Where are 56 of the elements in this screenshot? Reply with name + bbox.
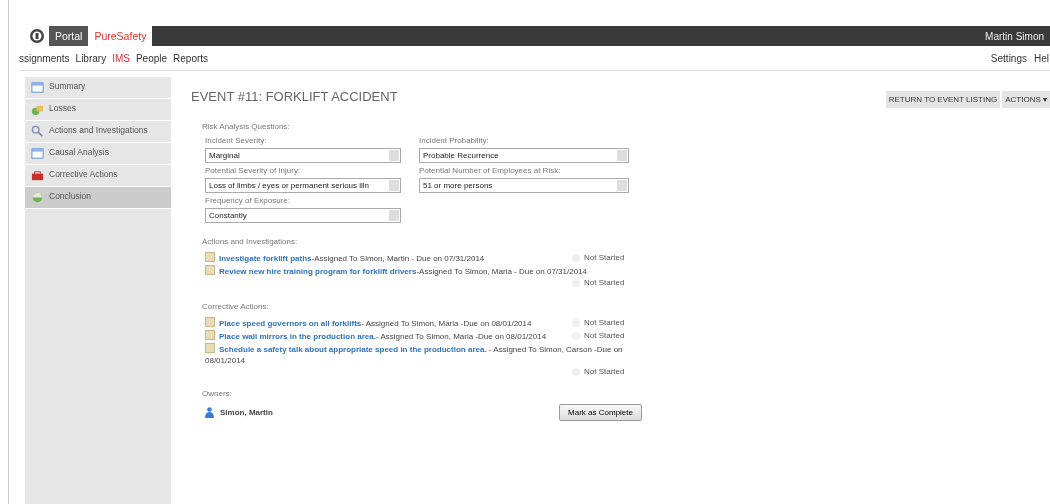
dropdown-field[interactable]: Marginal xyxy=(205,148,401,163)
sidebar-icon xyxy=(31,191,44,204)
dropdown-field[interactable]: Probable Recurrence xyxy=(419,148,629,163)
sidebar-item[interactable]: Losses xyxy=(25,99,171,121)
field-label: Incident Severity: xyxy=(205,136,268,145)
portal-tab[interactable]: Portal xyxy=(49,26,89,46)
sidebar-icon xyxy=(31,81,44,94)
task-status: Not Started xyxy=(572,252,642,263)
nav-link[interactable]: Reports xyxy=(173,52,209,64)
section-heading: Corrective Actions: xyxy=(202,302,270,311)
section-heading: Actions and Investigations: xyxy=(202,237,299,246)
header-button[interactable]: ACTIONS ▾ xyxy=(1002,91,1050,108)
field-label: Incident Probability: xyxy=(419,136,490,145)
header-button[interactable]: RETURN TO EVENT LISTING xyxy=(885,91,1001,108)
dropdown-field[interactable]: Loss of limbs / eyes or permanent serious illn xyxy=(205,178,401,193)
field-label: Frequency of Exposure: xyxy=(205,196,291,205)
dropdown-field[interactable]: 51 or more persons xyxy=(419,178,629,193)
nav-link[interactable]: Settings xyxy=(990,52,1027,64)
task-text: Schedule a safety talk about appropriate speed in the production area. - Assigned To Simon, Carson -Due on 08/01/2014 xyxy=(205,343,624,366)
task-text: Place speed governors on all forklifts- Assigned To Simon, Maria -Due on 08/01/2014 xyxy=(205,317,532,329)
task-link[interactable]: Review new hire training program for forklift drivers xyxy=(219,267,417,276)
sidebar-item[interactable]: Causal Analysis xyxy=(25,143,171,165)
task-status: Not Started xyxy=(572,330,642,341)
person-icon xyxy=(205,407,214,418)
dropdown-field[interactable]: Constantly xyxy=(205,208,401,223)
owner-name: Simon, Martin xyxy=(205,407,273,418)
sidebar-icon xyxy=(31,169,44,182)
sidebar-item[interactable]: Conclusion xyxy=(25,187,171,209)
section-heading: Risk Analysis Questions: xyxy=(202,122,291,131)
nav-link[interactable]: People xyxy=(135,52,168,64)
field-label: Potential Severity of Injury: xyxy=(205,166,302,175)
task-status: Not Started xyxy=(572,366,642,377)
field-label: Potential Number of Employees at Risk: xyxy=(419,166,562,175)
sidebar-item[interactable]: Summary xyxy=(25,77,171,99)
nav-link[interactable]: IMS xyxy=(112,52,130,64)
task-link[interactable]: Place wall mirrors in the production area. xyxy=(219,332,376,341)
sidebar-item[interactable]: Actions and Investigations xyxy=(25,121,171,143)
nav-link[interactable]: Hel xyxy=(1034,52,1049,64)
sidebar-icon xyxy=(31,125,44,138)
sidebar-icon xyxy=(31,103,44,116)
task-text: Place wall mirrors in the production area.- Assigned To Simon, Maria -Due on 08/01/2014 xyxy=(205,330,547,342)
task-text: Review new hire training program for forklift drivers-Assigned To Simon, Maria - Due on 07/31/2014 xyxy=(205,265,587,277)
task-text: Investigate forklift paths-Assigned To Simon, Martin - Due on 07/31/2014 xyxy=(205,252,485,264)
section-heading: Owners: xyxy=(202,389,233,398)
task-link[interactable]: Investigate forklift paths xyxy=(219,254,312,263)
portal-tab[interactable]: PureSafety xyxy=(88,26,153,46)
task-link[interactable]: Schedule a safety talk about appropriate speed in the production area. xyxy=(219,345,487,354)
task-status: Not Started xyxy=(572,317,642,328)
nav-link[interactable]: Library xyxy=(75,52,107,64)
page-title: EVENT #11: FORKLIFT ACCIDENT xyxy=(191,89,398,104)
task-status: Not Started xyxy=(572,277,642,288)
nav-link[interactable]: ssignments xyxy=(19,52,70,64)
mark-complete-button[interactable]: Mark as Complete xyxy=(559,404,642,421)
sidebar-icon xyxy=(31,147,44,160)
user-name[interactable]: Martin Simon xyxy=(979,26,1050,46)
logo-icon xyxy=(29,28,45,44)
